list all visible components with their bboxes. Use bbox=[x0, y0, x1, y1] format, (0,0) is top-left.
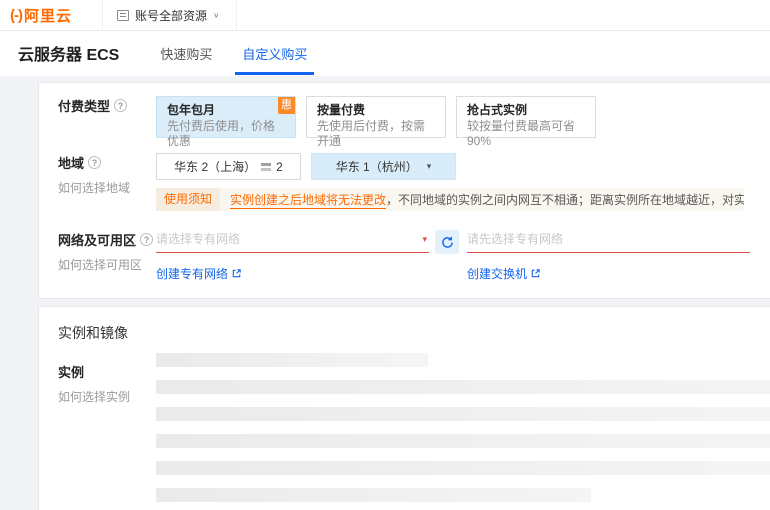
billing-option-desc: 较按量付费最高可省90% bbox=[467, 119, 585, 149]
create-vpc-link[interactable]: 创建专有网络 bbox=[156, 265, 429, 282]
topbar: (-) 阿里云 账号全部资源 ∨ bbox=[0, 0, 770, 31]
vswitch-select-input[interactable] bbox=[467, 231, 750, 253]
aliyun-logo-text: 阿里云 bbox=[24, 5, 72, 26]
content-area: 付费类型 包年包月 先付费后使用，价格优惠 惠 按量付费 先使用后付费，按需开通 bbox=[0, 76, 770, 510]
account-resource-dropdown[interactable]: 账号全部资源 ∨ bbox=[103, 0, 237, 30]
resource-list-icon bbox=[117, 10, 129, 21]
external-link-icon bbox=[530, 268, 541, 279]
region-help-link[interactable]: 如何选择地域 bbox=[58, 179, 156, 196]
refresh-button[interactable] bbox=[435, 230, 459, 254]
skeleton-bar bbox=[156, 353, 428, 367]
purchase-tabs: 快速购买 自定义购买 bbox=[145, 31, 322, 75]
zone-help-link[interactable]: 如何选择可用区 bbox=[58, 256, 156, 273]
skeleton-bar bbox=[156, 380, 770, 394]
billing-option-subscription[interactable]: 包年包月 先付费后使用，价格优惠 惠 bbox=[156, 96, 296, 138]
vpc-select-input[interactable] bbox=[156, 231, 429, 253]
skeleton-bar bbox=[156, 407, 770, 421]
region-select[interactable]: 华东 2（上海） 2 bbox=[156, 153, 301, 180]
instance-section-title: 实例和镜像 bbox=[58, 323, 770, 343]
skeleton-bar bbox=[156, 461, 770, 475]
billing-option-payg[interactable]: 按量付费 先使用后付费，按需开通 bbox=[306, 96, 446, 138]
tab-custom-buy[interactable]: 自定义购买 bbox=[227, 31, 322, 75]
resource-dropdown-label: 账号全部资源 bbox=[135, 7, 207, 24]
region-select-value: 华东 2（上海） bbox=[174, 158, 256, 175]
zone-select-value: 华东 1（杭州） bbox=[336, 158, 418, 175]
notice-tag: 使用须知 bbox=[156, 188, 220, 211]
region-label: 地域 bbox=[58, 153, 156, 172]
help-icon[interactable] bbox=[140, 233, 153, 246]
help-icon[interactable] bbox=[114, 99, 127, 112]
zone-count: 2 bbox=[276, 160, 283, 174]
billing-option-spot[interactable]: 抢占式实例 较按量付费最高可省90% bbox=[456, 96, 596, 138]
instance-row: 实例 如何选择实例 bbox=[58, 353, 770, 502]
zone-select[interactable]: 华东 1（杭州） ▾ bbox=[311, 153, 456, 180]
config-card: 付费类型 包年包月 先付费后使用，价格优惠 惠 按量付费 先使用后付费，按需开通 bbox=[38, 82, 770, 299]
instance-image-card: 实例和镜像 实例 如何选择实例 bbox=[38, 306, 770, 510]
instance-help-link[interactable]: 如何选择实例 bbox=[58, 388, 156, 405]
billing-option-title: 包年包月 bbox=[167, 102, 285, 118]
page-header: 云服务器 ECS 快速购买 自定义购买 bbox=[0, 31, 770, 75]
discount-badge: 惠 bbox=[278, 97, 295, 114]
aliyun-logo-icon: (-) bbox=[10, 7, 22, 24]
external-link-icon bbox=[231, 268, 242, 279]
zone-stack-icon bbox=[261, 163, 271, 171]
chevron-down-icon: ∨ bbox=[213, 11, 220, 20]
region-row: 地域 如何选择地域 华东 2（上海） 2 华东 1（杭州） bbox=[58, 153, 770, 211]
billing-option-desc: 先付费后使用，价格优惠 bbox=[167, 119, 285, 149]
billing-option-desc: 先使用后付费，按需开通 bbox=[317, 119, 435, 149]
skeleton-bar bbox=[156, 488, 591, 502]
help-icon[interactable] bbox=[88, 156, 101, 169]
billing-option-title: 按量付费 bbox=[317, 102, 435, 118]
page-title: 云服务器 ECS bbox=[18, 41, 119, 65]
region-usage-notice: 使用须知 实例创建之后地域将无法更改 ，不同地域的实例之间内网互不相通；距离实例… bbox=[156, 188, 744, 211]
skeleton-bar bbox=[156, 434, 770, 448]
network-label: 网络及可用区 bbox=[58, 230, 156, 249]
instance-label: 实例 bbox=[58, 362, 156, 381]
refresh-icon bbox=[441, 236, 454, 249]
tab-quick-buy[interactable]: 快速购买 bbox=[145, 31, 227, 75]
billing-type-row: 付费类型 包年包月 先付费后使用，价格优惠 惠 按量付费 先使用后付费，按需开通 bbox=[58, 96, 770, 138]
caret-down-icon: ▾ bbox=[427, 161, 432, 172]
network-row: 网络及可用区 如何选择可用区 ▾ 创建专有网络 bbox=[58, 230, 770, 282]
ecs-purchase-page: (-) 阿里云 账号全部资源 ∨ 云服务器 ECS 快速购买 自定义购买 付费类… bbox=[0, 0, 770, 510]
instance-loading-skeleton bbox=[156, 353, 770, 502]
notice-highlight[interactable]: 实例创建之后地域将无法更改 bbox=[230, 191, 386, 209]
billing-option-title: 抢占式实例 bbox=[467, 102, 585, 118]
aliyun-logo[interactable]: (-) 阿里云 bbox=[0, 0, 103, 30]
notice-text: ，不同地域的实例之间内网互不相通；距离实例所在地域越近，对实例访问速度越快 bbox=[386, 191, 744, 208]
create-vswitch-link[interactable]: 创建交换机 bbox=[467, 265, 750, 282]
billing-type-label: 付费类型 bbox=[58, 96, 156, 115]
